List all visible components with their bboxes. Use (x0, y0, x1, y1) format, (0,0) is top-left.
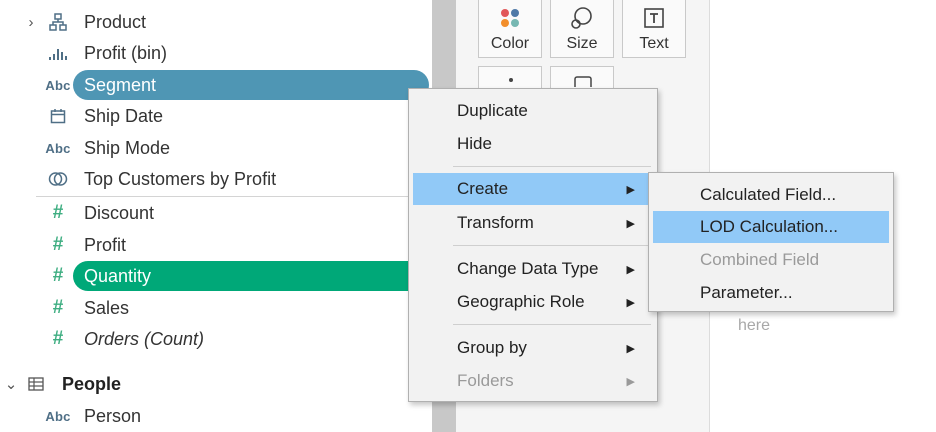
number-type-icon: # (52, 234, 64, 255)
field-profit[interactable]: # Profit (0, 230, 432, 260)
field-discount[interactable]: # Discount (0, 198, 432, 228)
field-label: Person (84, 405, 142, 426)
field-profit-bin[interactable]: Profit (bin) (0, 38, 432, 68)
submenu-item-calculated-field[interactable]: Calculated Field... (653, 179, 889, 211)
number-type-icon: # (52, 202, 64, 223)
chevron-down-icon[interactable]: ⌄ (4, 375, 18, 393)
submenu-arrow-icon: ▶ (626, 183, 635, 196)
tooltip-icon (574, 76, 592, 90)
field-label: Orders (Count) (84, 328, 205, 349)
menu-item-hide[interactable]: Hide (413, 128, 653, 160)
field-top-customers[interactable]: Top Customers by Profit (0, 164, 432, 194)
submenu-item-lod-calculation[interactable]: LOD Calculation... (653, 211, 889, 243)
size-icon (569, 4, 595, 32)
table-icon (22, 373, 50, 395)
field-ship-mode[interactable]: Abc Ship Mode (0, 133, 432, 163)
size-mark-button[interactable]: Size (550, 0, 614, 58)
number-type-icon: # (52, 328, 64, 349)
menu-separator (453, 324, 651, 325)
field-quantity[interactable]: # Quantity (0, 261, 432, 291)
color-mark-button[interactable]: Color (478, 0, 542, 58)
detail-icon (509, 78, 513, 82)
menu-separator (453, 245, 651, 246)
menu-item-create[interactable]: Create ▶ (413, 173, 653, 205)
field-person[interactable]: Abc Person (0, 401, 432, 431)
field-label: Sales (84, 297, 130, 318)
menu-separator (453, 166, 651, 167)
menu-item-change-data-type[interactable]: Change Data Type ▶ (413, 253, 653, 285)
table-group-people[interactable]: ⌄ People (0, 369, 432, 399)
string-type-icon: Abc (45, 77, 71, 93)
submenu-arrow-icon: ▶ (626, 217, 635, 230)
submenu-arrow-icon: ▶ (626, 263, 635, 276)
mark-label: Text (639, 35, 669, 52)
field-ship-date[interactable]: Ship Date (0, 101, 432, 131)
bin-histogram-icon (44, 42, 72, 64)
text-mark-button[interactable]: Text (622, 0, 686, 58)
field-context-menu: Duplicate Hide Create ▶ Transform ▶ Chan… (408, 88, 658, 402)
field-label: Profit (bin) (84, 42, 168, 63)
submenu-item-combined-field: Combined Field (700, 250, 820, 269)
set-icon (44, 168, 72, 190)
submenu-arrow-icon: ▶ (626, 375, 635, 388)
mark-label: Size (566, 35, 598, 52)
number-type-icon: # (52, 265, 64, 286)
menu-item-folders: Folders ▶ (457, 371, 635, 390)
submenu-item-parameter[interactable]: Parameter... (653, 277, 889, 309)
field-label: Ship Date (84, 105, 164, 126)
menu-item-geographic-role[interactable]: Geographic Role ▶ (413, 286, 653, 318)
group-label: People (62, 373, 122, 394)
field-label: Top Customers by Profit (84, 168, 277, 189)
submenu-arrow-icon: ▶ (626, 296, 635, 309)
create-submenu: Calculated Field... LOD Calculation... C… (648, 172, 894, 312)
field-label: Segment (84, 74, 157, 95)
submenu-arrow-icon: ▶ (626, 342, 635, 355)
color-palette-icon (498, 4, 522, 32)
field-sales[interactable]: # Sales (0, 293, 432, 323)
menu-item-transform[interactable]: Transform ▶ (413, 207, 653, 239)
mark-label: Color (490, 35, 530, 52)
field-orders-count[interactable]: # Orders (Count) (0, 324, 432, 354)
string-type-icon: Abc (45, 408, 71, 424)
drop-hint-text: here (738, 317, 771, 334)
field-product[interactable]: › Product (0, 7, 432, 37)
menu-item-group-by[interactable]: Group by ▶ (413, 332, 653, 364)
field-label: Discount (84, 202, 155, 223)
string-type-icon: Abc (45, 140, 71, 156)
field-label: Profit (84, 234, 127, 255)
hierarchy-icon (44, 11, 72, 33)
dimensions-measures-divider (36, 196, 432, 197)
menu-item-duplicate[interactable]: Duplicate (413, 95, 653, 127)
field-label: Ship Mode (84, 137, 171, 158)
field-label: Quantity (84, 265, 152, 286)
number-type-icon: # (52, 297, 64, 318)
field-label: Product (84, 11, 147, 32)
data-pane: › Product Profit (bin) Abc Segment Ship … (0, 0, 432, 432)
field-segment[interactable]: Abc Segment (0, 70, 432, 100)
calendar-icon (44, 105, 72, 127)
chevron-right-icon[interactable]: › (24, 14, 38, 31)
text-icon (643, 4, 665, 32)
